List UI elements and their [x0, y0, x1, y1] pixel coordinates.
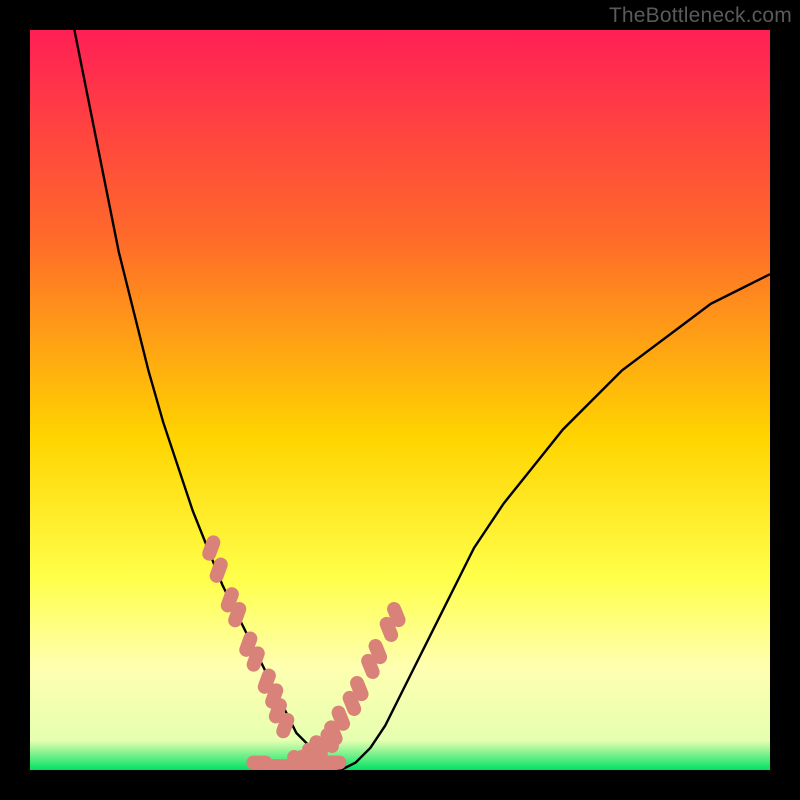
chart-frame: TheBottleneck.com: [0, 0, 800, 800]
watermark-text: TheBottleneck.com: [609, 4, 792, 28]
bottleneck-chart: [30, 30, 770, 770]
gradient-background: [30, 30, 770, 770]
